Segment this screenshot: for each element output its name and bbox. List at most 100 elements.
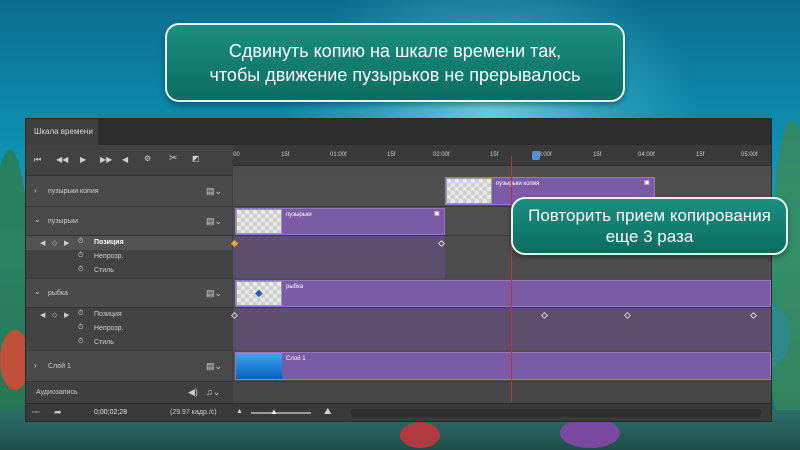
next-keyframe-icon[interactable]: ▶ xyxy=(64,311,69,319)
keyframe-track xyxy=(233,308,771,350)
instruction-line-2: чтобы движение пузырьков не прерывалось xyxy=(209,64,581,85)
clip-label: пузырьки копия xyxy=(496,181,540,187)
ruler-tick: 15f xyxy=(490,152,499,158)
coral-red xyxy=(400,422,440,448)
instruction-line-1: Повторить прием копирования xyxy=(528,206,771,225)
timeline-panel: Шкала времени ⏮ ◀◀ ▶ ▶▶ ◀ ⚙ ✂ ◩ 00 15f 0… xyxy=(25,118,772,422)
audio-label: Аудиозапись xyxy=(36,389,78,396)
stopwatch-icon[interactable]: ⏱ xyxy=(78,338,83,346)
property-row-opacity[interactable]: ⏱ Непрозр. xyxy=(26,250,232,264)
tab-timeline[interactable]: Шкала времени xyxy=(26,119,98,145)
film-icon[interactable]: ▤⌄ xyxy=(206,361,222,372)
film-icon[interactable]: ▤⌄ xyxy=(206,288,222,299)
speaker-icon[interactable]: ◀ xyxy=(122,155,128,165)
ruler-tick: 15f xyxy=(387,152,396,158)
scissors-icon[interactable]: ✂ xyxy=(169,154,177,164)
coral-purple xyxy=(560,418,620,448)
clip-label: рыбка xyxy=(286,284,304,290)
ruler-tick: 01:00f xyxy=(330,152,347,158)
zoom-slider-track[interactable] xyxy=(251,412,311,414)
film-icon[interactable]: ▤⌄ xyxy=(206,216,222,227)
ruler-tick: 02:00f xyxy=(433,152,450,158)
expand-chevron-icon[interactable]: › xyxy=(34,361,37,370)
stopwatch-icon[interactable]: ⏱ xyxy=(78,266,83,274)
ruler-tick: 15f xyxy=(593,152,602,158)
audio-track xyxy=(233,382,771,404)
skip-back-icon[interactable]: ⏮ xyxy=(34,155,41,165)
time-ruler[interactable]: 00 15f 01:00f 15f 02:00f 15f 03:00f 15f … xyxy=(233,145,771,166)
clip-thumbnail xyxy=(236,209,282,234)
layer-name: пузырьки копия xyxy=(48,188,99,195)
property-label: Стиль xyxy=(94,339,114,346)
ruler-tick: 04:00f xyxy=(638,152,655,158)
layer-name: пузырьки xyxy=(48,218,79,225)
ruler-tick: 05:00f xyxy=(741,152,758,158)
collapse-chevron-icon[interactable]: ⌄ xyxy=(34,215,41,224)
zoom-in-icon[interactable]: ⛰ xyxy=(324,406,332,417)
stopwatch-icon[interactable]: ⏱ xyxy=(78,310,83,318)
property-row-style[interactable]: ⏱ Стиль xyxy=(26,264,232,278)
next-keyframe-icon[interactable]: ▶ xyxy=(64,239,69,247)
property-row-position[interactable]: ◀ ◇ ▶ ⏱ Позиция xyxy=(26,308,232,322)
clip-menu-icon[interactable]: ▣ xyxy=(434,210,440,217)
ruler-tick: 15f xyxy=(696,152,705,158)
add-keyframe-icon[interactable]: ◇ xyxy=(52,311,57,319)
clip-fish[interactable]: ◆ рыбка xyxy=(235,280,771,307)
transition-icon[interactable]: ◩ xyxy=(192,154,200,164)
instruction-line-1: Сдвинуть копию на шкале времени так, xyxy=(228,40,562,61)
seaweed-right xyxy=(772,120,800,410)
property-row-style[interactable]: ⏱ Стиль xyxy=(26,336,232,350)
stopwatch-icon[interactable]: ⏱ xyxy=(78,238,83,246)
layer-name: рыбка xyxy=(48,290,69,297)
stopwatch-icon[interactable]: ⏱ xyxy=(78,252,83,260)
step-forward-icon[interactable]: ▶▶ xyxy=(100,155,112,165)
property-label: Позиция xyxy=(94,239,124,246)
zoom-out-icon[interactable]: ▲ xyxy=(236,408,243,415)
current-timecode: 0;00;02;28 xyxy=(94,409,128,416)
instruction-line-2: еще 3 раза xyxy=(605,227,694,246)
film-icon[interactable]: ▤⌄ xyxy=(206,186,222,197)
zoom-slider-thumb[interactable]: ▲ xyxy=(270,407,278,416)
panel-tab-bar: Шкала времени xyxy=(26,119,771,145)
layer-row-bubbles[interactable]: ⌄ пузырьки ▤⌄ xyxy=(26,207,232,236)
instruction-callout-top: Сдвинуть копию на шкале времени так, что… xyxy=(165,23,625,102)
property-label: Стиль xyxy=(94,267,114,274)
clip-thumbnail: ◆ xyxy=(236,281,282,306)
expand-chevron-icon[interactable]: › xyxy=(34,186,37,195)
convert-frames-icon[interactable]: ▫▫▫ xyxy=(32,409,39,416)
clip-label: Слой 1 xyxy=(286,356,306,362)
playhead-line[interactable] xyxy=(511,156,512,402)
render-icon[interactable]: ➦ xyxy=(54,407,62,418)
layer-name: Слой 1 xyxy=(48,363,71,370)
play-icon[interactable]: ▶ xyxy=(80,155,86,165)
step-back-icon[interactable]: ◀◀ xyxy=(56,155,68,165)
timeline-status-bar: ▫▫▫ ➦ 0;00;02;28 (29.97 кадр./с) ▲ ▲ ⛰ xyxy=(26,403,771,421)
property-row-position[interactable]: ◀ ◇ ▶ ⏱ Позиция xyxy=(26,236,232,250)
timeline-scrollbar[interactable] xyxy=(351,409,761,417)
speaker-icon[interactable]: ◀) xyxy=(188,387,198,398)
layer-row-fish[interactable]: ⌄ рыбка ▤⌄ xyxy=(26,279,232,308)
collapse-chevron-icon[interactable]: ⌄ xyxy=(34,287,41,296)
clip-thumbnail xyxy=(236,353,282,379)
property-label: Непрозр. xyxy=(94,325,124,332)
ruler-tick: 00 xyxy=(233,152,240,158)
property-label: Позиция xyxy=(94,311,122,318)
clip-bubbles[interactable]: пузырьки ▣ xyxy=(235,208,445,235)
clip-layer1[interactable]: Слой 1 xyxy=(235,352,771,380)
layer-row-layer1[interactable]: › Слой 1 ▤⌄ xyxy=(26,351,232,382)
clip-thumbnail xyxy=(446,178,492,204)
layer-row-bubbles-copy[interactable]: › пузырьки копия ▤⌄ xyxy=(26,176,232,207)
music-note-icon[interactable]: ♫⌄ xyxy=(206,387,220,398)
stopwatch-icon[interactable]: ⏱ xyxy=(78,324,83,332)
prev-keyframe-icon[interactable]: ◀ xyxy=(40,311,45,319)
ruler-tick: 15f xyxy=(281,152,290,158)
gear-icon[interactable]: ⚙ xyxy=(144,154,151,164)
property-row-opacity[interactable]: ⏱ Непрозр. xyxy=(26,322,232,336)
playhead-handle[interactable] xyxy=(532,151,540,160)
fish-icon: ◆ xyxy=(255,288,263,299)
add-keyframe-icon[interactable]: ◇ xyxy=(52,239,57,247)
playback-controls: ⏮ ◀◀ ▶ ▶▶ ◀ ⚙ ✂ ◩ xyxy=(26,145,232,176)
audio-track-row[interactable]: Аудиозапись ◀) ♫⌄ xyxy=(26,382,232,404)
clip-menu-icon[interactable]: ▣ xyxy=(644,179,650,186)
prev-keyframe-icon[interactable]: ◀ xyxy=(40,239,45,247)
